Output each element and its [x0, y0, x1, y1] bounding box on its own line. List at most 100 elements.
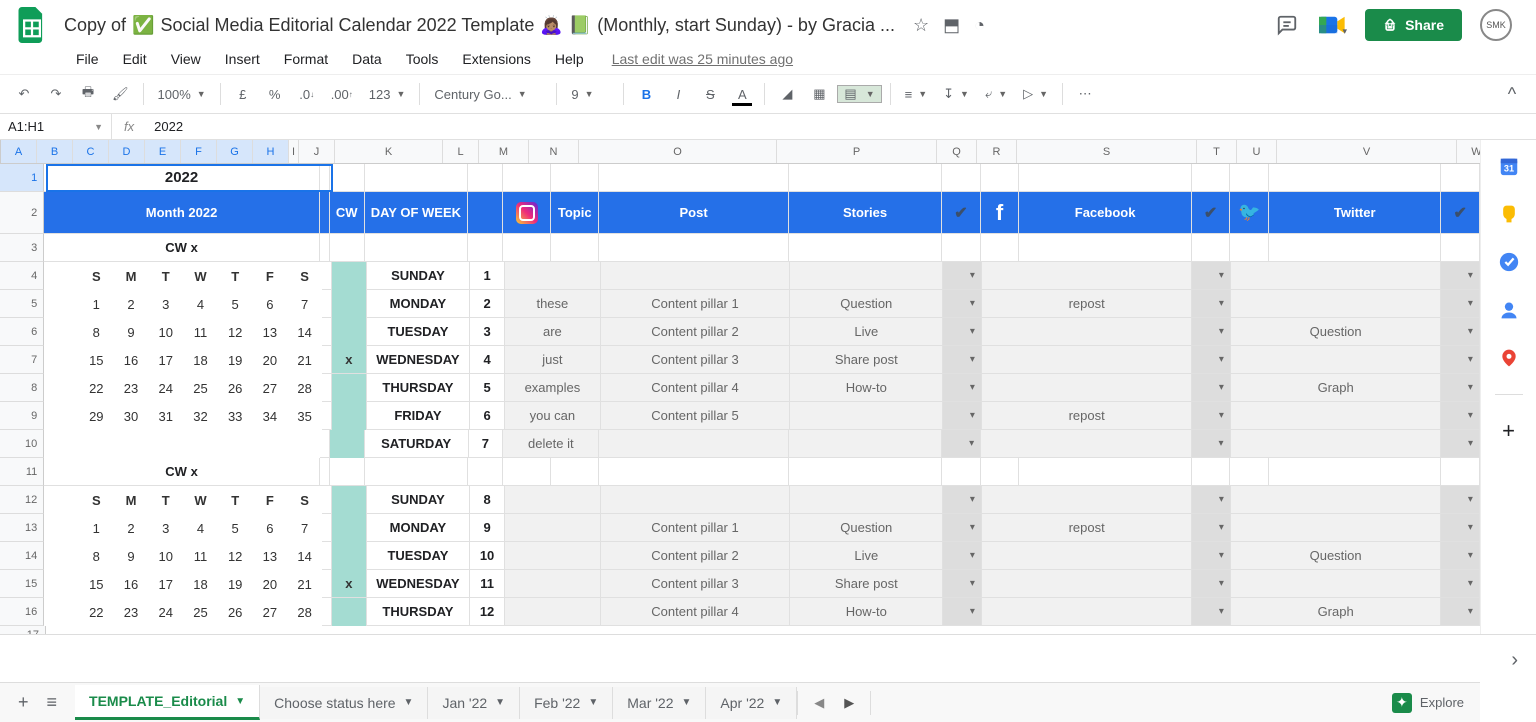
cell[interactable] — [468, 234, 503, 262]
cell[interactable] — [599, 164, 789, 192]
cell[interactable] — [322, 514, 332, 542]
topic-cell[interactable]: these — [505, 290, 601, 318]
topic-cell[interactable] — [505, 570, 601, 598]
post-cell[interactable] — [599, 430, 789, 458]
stories-cell[interactable]: How-to — [790, 598, 943, 626]
topic-cell[interactable]: are — [505, 318, 601, 346]
cell[interactable] — [320, 164, 330, 192]
cell[interactable] — [981, 458, 1020, 486]
mini-cal[interactable]: 1 — [79, 290, 114, 318]
cell[interactable] — [44, 318, 79, 346]
cell[interactable] — [503, 458, 551, 486]
stories-cell[interactable] — [789, 430, 942, 458]
post-cell[interactable]: Content pillar 2 — [601, 542, 790, 570]
mini-cal[interactable]: M — [114, 262, 149, 290]
valign-button[interactable]: ↧▼ — [937, 86, 975, 102]
day-cell[interactable]: WEDNESDAY — [367, 346, 471, 374]
column-header[interactable]: P — [777, 140, 937, 163]
day-cell[interactable]: SUNDAY — [367, 262, 471, 290]
cw-cell[interactable] — [332, 542, 367, 570]
font-select[interactable]: Century Go...▼ — [428, 87, 548, 102]
cell[interactable] — [1192, 164, 1231, 192]
row-header[interactable]: 6 — [0, 318, 44, 346]
sheet-tab[interactable]: Feb '22▼ — [520, 687, 613, 719]
keep-icon[interactable] — [1497, 202, 1521, 226]
column-header[interactable]: W — [1457, 140, 1480, 163]
day-cell[interactable]: SATURDAY — [365, 430, 469, 458]
column-header[interactable]: M — [479, 140, 529, 163]
zoom-select[interactable]: 100%▼ — [152, 87, 212, 102]
column-header[interactable]: B — [37, 140, 73, 163]
mini-cal[interactable]: 34 — [253, 402, 288, 430]
cell[interactable] — [789, 234, 942, 262]
menu-format[interactable]: Format — [274, 47, 338, 71]
dropdown-cell[interactable] — [1441, 374, 1480, 402]
cell[interactable] — [942, 234, 981, 262]
dropdown-cell[interactable] — [1192, 346, 1231, 374]
mini-cal[interactable]: 27 — [253, 374, 288, 402]
cell[interactable] — [1019, 458, 1191, 486]
mini-cal[interactable]: 8 — [79, 318, 114, 346]
fb-cell[interactable] — [982, 598, 1192, 626]
cw-cell[interactable]: x — [332, 570, 367, 598]
sheet-tab[interactable]: Choose status here▼ — [260, 687, 428, 719]
dropdown-cell[interactable] — [1192, 374, 1231, 402]
mini-cal[interactable]: S — [287, 486, 322, 514]
dropdown-cell[interactable] — [943, 486, 982, 514]
hdr-fb[interactable]: Facebook — [1019, 192, 1191, 234]
cell[interactable] — [1230, 234, 1269, 262]
cell[interactable] — [1192, 234, 1231, 262]
mini-cal[interactable]: 31 — [148, 402, 183, 430]
column-header[interactable]: U — [1237, 140, 1277, 163]
num-cell[interactable]: 6 — [470, 402, 505, 430]
row-header[interactable]: 14 — [0, 542, 44, 570]
redo-button[interactable]: ↷ — [42, 80, 70, 108]
column-header[interactable]: R — [977, 140, 1017, 163]
mini-cal[interactable]: 4 — [183, 514, 218, 542]
mini-cal[interactable]: 26 — [218, 598, 253, 626]
mini-cal[interactable]: W — [183, 486, 218, 514]
num-cell[interactable]: 1 — [470, 262, 505, 290]
share-button[interactable]: Share — [1365, 9, 1462, 41]
tw-cell[interactable] — [1231, 486, 1441, 514]
mini-cal[interactable]: 17 — [148, 570, 183, 598]
cell[interactable] — [503, 164, 551, 192]
mini-cal[interactable]: 35 — [287, 402, 322, 430]
cell[interactable]: ✔ — [1441, 192, 1480, 234]
mini-cal[interactable]: 21 — [287, 570, 322, 598]
tw-cell[interactable] — [1231, 262, 1441, 290]
topic-cell[interactable]: delete it — [503, 430, 599, 458]
dropdown-cell[interactable] — [943, 570, 982, 598]
day-cell[interactable]: TUESDAY — [367, 318, 471, 346]
contacts-icon[interactable] — [1497, 298, 1521, 322]
cw-cell[interactable] — [330, 430, 365, 458]
row-header[interactable]: 9 — [0, 402, 44, 430]
hdr-topic[interactable]: Topic — [551, 192, 599, 234]
mini-cal[interactable]: 26 — [218, 374, 253, 402]
cell[interactable] — [468, 164, 503, 192]
mini-cal[interactable]: 27 — [253, 598, 288, 626]
cw-cell[interactable] — [332, 486, 367, 514]
mini-cal[interactable]: 19 — [218, 570, 253, 598]
topic-cell[interactable]: just — [505, 346, 601, 374]
stories-cell[interactable]: Live — [790, 318, 943, 346]
mini-cal[interactable]: 3 — [148, 514, 183, 542]
fb-cell[interactable]: repost — [982, 514, 1192, 542]
column-header[interactable]: I — [289, 140, 299, 163]
dropdown-cell[interactable] — [1192, 290, 1231, 318]
menu-insert[interactable]: Insert — [215, 47, 270, 71]
cell[interactable] — [322, 346, 332, 374]
cell[interactable]: ✔ — [1192, 192, 1231, 234]
mini-cal[interactable]: 8 — [79, 542, 114, 570]
column-header[interactable]: D — [109, 140, 145, 163]
num-cell[interactable]: 4 — [470, 346, 505, 374]
hdr-day[interactable]: DAY OF WEEK — [365, 192, 469, 234]
topic-cell[interactable] — [505, 486, 601, 514]
dropdown-cell[interactable] — [1192, 598, 1231, 626]
mini-cal[interactable]: F — [253, 262, 288, 290]
cell[interactable] — [320, 234, 330, 262]
mini-cal[interactable]: 16 — [114, 570, 149, 598]
cell[interactable]: 🐦 — [1230, 192, 1269, 234]
mini-cal[interactable]: 14 — [287, 542, 322, 570]
cell[interactable] — [1441, 458, 1480, 486]
